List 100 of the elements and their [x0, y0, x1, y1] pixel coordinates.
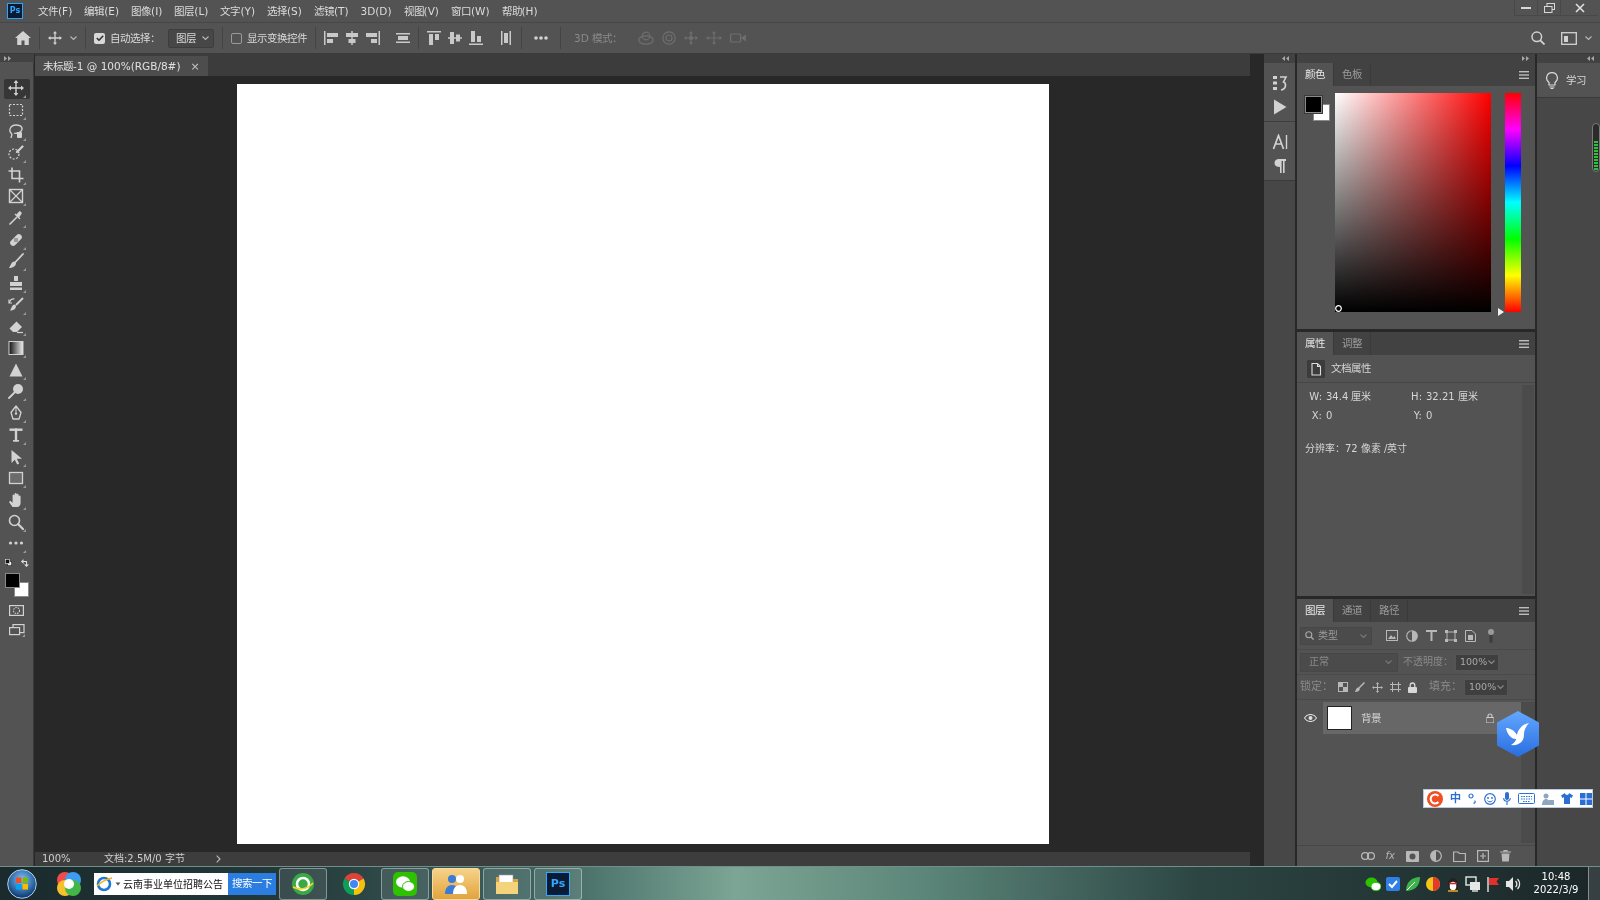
- align-center-icon[interactable]: [345, 31, 359, 45]
- link-icon[interactable]: [1360, 852, 1375, 860]
- punctuation-icon[interactable]: [1468, 793, 1477, 804]
- distribute-vertical-icon[interactable]: [499, 31, 513, 45]
- clock-time[interactable]: 10:48: [1541, 871, 1571, 884]
- padlock-icon[interactable]: [1486, 713, 1494, 723]
- microphone-icon[interactable]: [1503, 792, 1511, 805]
- panel-tab[interactable]: 调整: [1334, 332, 1371, 355]
- learn-panel-button[interactable]: 学习: [1537, 63, 1600, 98]
- more-icon[interactable]: [534, 36, 548, 40]
- menu-item[interactable]: 图层(L): [171, 4, 212, 18]
- home-icon[interactable]: [15, 31, 31, 45]
- checkbox[interactable]: [231, 32, 242, 44]
- distribute-icon[interactable]: [396, 31, 410, 45]
- align-top-icon[interactable]: [427, 31, 441, 45]
- flag-icon[interactable]: [1485, 875, 1501, 892]
- penguin-icon[interactable]: [1445, 875, 1461, 892]
- padlock-icon[interactable]: [1408, 681, 1417, 693]
- align-right-icon[interactable]: [366, 31, 380, 45]
- keyboard-icon[interactable]: [1518, 793, 1535, 804]
- collapse-arrows-icon[interactable]: [1587, 56, 1594, 61]
- align-middle-icon[interactable]: [448, 31, 462, 45]
- panel-tab[interactable]: 路径: [1371, 599, 1408, 622]
- character-panel-icon[interactable]: [1271, 134, 1288, 150]
- chat-icon[interactable]: [1365, 875, 1381, 892]
- trash-icon[interactable]: [1500, 850, 1511, 862]
- browser-logo-icon[interactable]: [94, 872, 114, 895]
- menu-item[interactable]: 选择(S): [264, 4, 305, 18]
- new-layer-icon[interactable]: [1477, 850, 1489, 862]
- menu-item[interactable]: 滤镜(T): [310, 4, 352, 18]
- taskbar-app-button[interactable]: [432, 867, 480, 900]
- network-icon[interactable]: [1465, 875, 1481, 892]
- search-button[interactable]: 搜索一下: [228, 872, 276, 895]
- filter-dropdown[interactable]: 类型: [1300, 626, 1372, 645]
- panel-tab[interactable]: 颜色: [1297, 63, 1334, 86]
- panel-menu-icon[interactable]: [1519, 70, 1529, 79]
- search-icon[interactable]: [1531, 31, 1545, 45]
- adjustment-layer-icon[interactable]: [1430, 850, 1442, 862]
- panel-tab[interactable]: 通道: [1334, 599, 1371, 622]
- menu-item[interactable]: 图像(I): [128, 4, 166, 18]
- close-button[interactable]: [1560, 0, 1598, 16]
- shape-filter-icon[interactable]: [1445, 629, 1457, 642]
- foreground-color-swatch[interactable]: [1305, 96, 1322, 113]
- panel-menu-icon[interactable]: [1519, 606, 1529, 615]
- app-logo[interactable]: Ps: [7, 3, 23, 19]
- input-mode-toggle[interactable]: 中: [1450, 793, 1461, 804]
- shirt-icon[interactable]: [1561, 793, 1573, 804]
- effects-button[interactable]: fx: [1385, 851, 1395, 861]
- slider-thumb[interactable]: [1498, 308, 1504, 316]
- picker-ring-icon[interactable]: [1335, 305, 1342, 312]
- expand-arrows-icon[interactable]: [4, 55, 11, 61]
- lock-pixels-icon[interactable]: [1338, 682, 1348, 692]
- quick-mask-icon[interactable]: [9, 605, 24, 617]
- start-orb-icon[interactable]: [7, 868, 37, 899]
- menu-item[interactable]: 视图(V): [400, 4, 442, 18]
- move-tool[interactable]: [3, 78, 30, 99]
- foreground-color-swatch[interactable]: [4, 573, 20, 589]
- color-field[interactable]: [1335, 93, 1491, 312]
- menu-item[interactable]: 3D(D): [357, 4, 395, 18]
- zoom-level[interactable]: 100%: [35, 853, 97, 865]
- align-left-icon[interactable]: [324, 31, 338, 45]
- align-bottom-icon[interactable]: [469, 31, 483, 45]
- leaf-icon[interactable]: [1405, 875, 1421, 892]
- search-field[interactable]: 云南事业单位招聘公告: [122, 872, 228, 895]
- taskbar-app-button[interactable]: Ps: [534, 867, 582, 900]
- paragraph-icon[interactable]: [1273, 158, 1286, 174]
- artboard-icon[interactable]: [1390, 682, 1401, 692]
- document-tab[interactable]: 未标题-1 @ 100%(RGB/8#) ×: [35, 56, 208, 76]
- close-tab-button[interactable]: ×: [190, 60, 200, 72]
- bird-hexagon-icon[interactable]: [1497, 711, 1539, 757]
- eye-icon[interactable]: [1303, 714, 1317, 722]
- play-icon[interactable]: [1272, 99, 1287, 115]
- minimize-button[interactable]: [1514, 0, 1537, 16]
- panel-tab[interactable]: 色板: [1334, 63, 1371, 86]
- layer-row[interactable]: 背景: [1323, 702, 1521, 734]
- clock-date[interactable]: 2022/3/9: [1533, 883, 1579, 896]
- smart-object-filter-icon[interactable]: [1465, 629, 1476, 642]
- menu-item[interactable]: 帮助(H): [498, 4, 541, 18]
- collapse-arrows-icon[interactable]: [1282, 56, 1289, 61]
- image-filter-icon[interactable]: [1386, 630, 1398, 641]
- filter-toggle[interactable]: [1488, 628, 1494, 643]
- adjustment-filter-icon[interactable]: [1406, 629, 1418, 642]
- speaker-icon[interactable]: [1505, 875, 1521, 892]
- menu-item[interactable]: 文字(Y): [217, 4, 258, 18]
- show-desktop-button[interactable]: [1588, 867, 1600, 900]
- restore-button[interactable]: [1537, 0, 1560, 16]
- shield-check-icon[interactable]: [1385, 875, 1401, 892]
- expand-arrows-icon[interactable]: [1522, 56, 1529, 61]
- type-filter-icon[interactable]: [1426, 630, 1437, 641]
- swap-arrow-icon[interactable]: [20, 559, 29, 568]
- brush-icon[interactable]: [1355, 682, 1365, 692]
- scrollbar-track[interactable]: [1522, 385, 1534, 594]
- folder-icon[interactable]: [1453, 850, 1466, 862]
- ball-icon[interactable]: [1425, 875, 1441, 892]
- screen-mode-icon[interactable]: [8, 624, 25, 638]
- menu-item[interactable]: 窗口(W): [447, 4, 493, 18]
- default-colors-icon[interactable]: [4, 559, 12, 567]
- menu-item[interactable]: 文件(F): [35, 4, 76, 18]
- history-icon[interactable]: [1271, 75, 1288, 91]
- workspace-icon[interactable]: [1561, 31, 1577, 45]
